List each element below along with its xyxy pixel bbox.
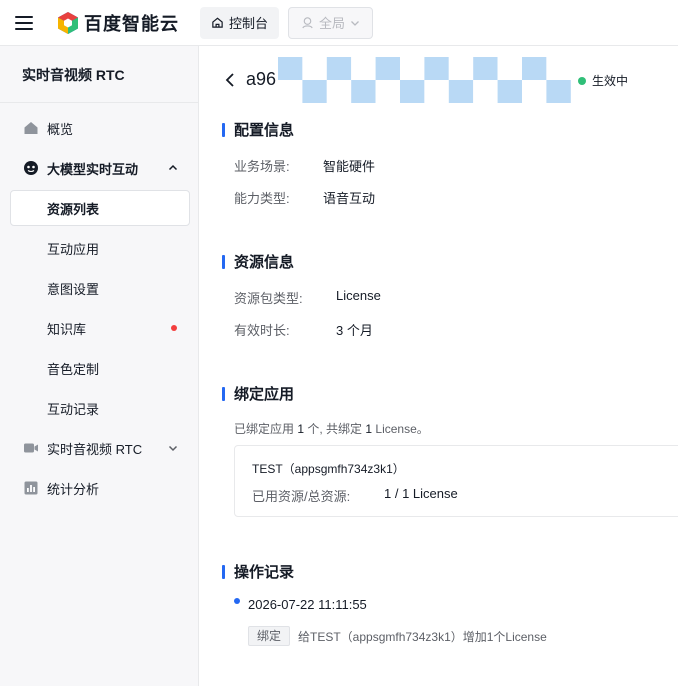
mask-cell [375, 80, 400, 103]
video-icon [24, 443, 38, 453]
mask-cell [448, 57, 474, 80]
mask-cell [546, 57, 571, 80]
sidebar-item-voice-customization[interactable]: 音色定制 [10, 350, 190, 386]
duration-value: 3 个月 [336, 323, 373, 338]
mask-cell [278, 57, 303, 80]
sidebar-item-intent-settings[interactable]: 意图设置 [10, 270, 190, 306]
back-arrow-icon[interactable] [224, 72, 236, 88]
mask-cell [473, 80, 498, 103]
timeline-dot [234, 598, 240, 604]
sidebar-item-label: 互动应用 [47, 241, 100, 257]
mask-cell [375, 57, 400, 80]
sidebar-item-label: 实时音视频 RTC [47, 441, 143, 457]
scenario-value: 智能硬件 [323, 159, 376, 174]
used-resource-label: 已用资源/总资源: [252, 489, 351, 504]
sidebar-item-label: 统计分析 [47, 481, 100, 497]
mask-cell [351, 57, 376, 80]
chevron-down-icon [168, 445, 178, 452]
resource-section-title: 资源信息 [222, 251, 294, 272]
sidebar-item-knowledge-base[interactable]: 知识库 [10, 310, 190, 346]
bound-app-name: TEST（appsgmfh734z3k1） [252, 462, 405, 476]
sidebar-item-label: 音色定制 [47, 361, 100, 377]
oplog-section-title: 操作记录 [222, 561, 294, 582]
status-dot [578, 76, 586, 85]
mask-cell [400, 80, 425, 103]
package-type-value: License [336, 288, 381, 303]
oplog-time: 2026-07-22 11:11:55 [248, 597, 367, 612]
product-title: 实时音视频 RTC [22, 67, 125, 83]
sidebar-item-statistics[interactable]: 统计分析 [10, 470, 190, 506]
duration-label: 有效时长: [234, 323, 290, 338]
mask-cell [497, 57, 522, 80]
sidebar-item-resource-list[interactable]: 资源列表 [10, 190, 190, 226]
main-content: a96 生效中 配置信息 业务场景: 智能硬件 能力类型: 语音互动 资源信息 … [200, 47, 678, 686]
mask-cell [424, 80, 449, 103]
chevron-down-icon [351, 20, 359, 26]
scenario-label: 业务场景: [234, 159, 290, 174]
binding-summary-prefix: 已绑定应用 [234, 422, 298, 436]
sidebar-divider [0, 102, 199, 103]
mask-cell [326, 80, 352, 103]
redaction-mask [278, 57, 571, 103]
used-resource-value: 1 / 1 License [384, 486, 458, 501]
binding-summary-suffix: License。 [372, 422, 429, 436]
mask-cell [278, 80, 303, 103]
sidebar-item-label: 概览 [47, 121, 74, 137]
sidebar-item-label: 意图设置 [47, 281, 100, 297]
mask-cell [522, 57, 547, 80]
mask-cell [351, 80, 376, 103]
region-label: 全局 [319, 16, 346, 31]
sidebar-item-overview[interactable]: 概览 [10, 110, 190, 146]
brand-name: 百度智能云 [84, 13, 179, 34]
sidebar-item-llm-interaction[interactable]: 大模型实时互动 [10, 150, 190, 186]
capability-label: 能力类型: [234, 191, 290, 206]
binding-summary: 已绑定应用 1 个, 共绑定 1 License。 [234, 420, 429, 437]
config-section-title: 配置信息 [222, 119, 294, 140]
binding-section-title: 绑定应用 [222, 383, 294, 404]
home-icon [212, 17, 223, 28]
sidebar-item-label: 资源列表 [47, 201, 100, 217]
resource-id: a96 [246, 69, 277, 89]
console-label: 控制台 [229, 16, 269, 31]
location-icon [302, 17, 313, 29]
sidebar-item-label: 互动记录 [47, 401, 100, 417]
sidebar-item-label: 知识库 [47, 321, 87, 337]
new-badge-dot [171, 325, 177, 331]
sidebar-item-rtc[interactable]: 实时音视频 RTC [10, 430, 190, 466]
mask-cell [546, 80, 571, 103]
mask-cell [302, 80, 327, 103]
cloud-logo-icon [58, 11, 78, 34]
status-badge: 生效中 [578, 72, 628, 89]
sidebar: 实时音视频 RTC 概览 大模型实时互动 资源列表 互动应用 意图设置 知识库 … [0, 46, 199, 686]
oplog-action-tag: 绑定 [248, 626, 291, 646]
bar-chart-icon [24, 481, 38, 495]
brand-logo[interactable]: 百度智能云 [57, 10, 179, 36]
sidebar-item-label: 大模型实时互动 [47, 161, 139, 177]
mask-cell [326, 57, 352, 80]
chevron-up-icon [168, 164, 178, 171]
package-type-label: 资源包类型: [234, 291, 303, 306]
status-text: 生效中 [592, 74, 629, 88]
home-icon [24, 122, 38, 134]
oplog-description: 给TEST（appsgmfh734z3k1）增加1个License [298, 630, 547, 644]
sidebar-item-interaction-records[interactable]: 互动记录 [10, 390, 190, 426]
top-bar: 百度智能云 控制台 全局 [0, 0, 678, 46]
mask-cell [522, 80, 547, 103]
capability-value: 语音互动 [323, 191, 376, 206]
sidebar-item-interactive-apps[interactable]: 互动应用 [10, 230, 190, 266]
mask-cell [424, 57, 449, 80]
mask-cell [400, 57, 425, 80]
console-button[interactable]: 控制台 [200, 6, 280, 39]
menu-icon[interactable] [15, 15, 33, 30]
mask-cell [448, 80, 474, 103]
mask-cell [473, 57, 498, 80]
bound-app-card: TEST（appsgmfh734z3k1） 已用资源/总资源: 1 / 1 Li… [234, 445, 678, 517]
binding-summary-middle: 个, 共绑定 [304, 422, 366, 436]
mask-cell [497, 80, 522, 103]
mask-cell [302, 57, 327, 80]
robot-icon [24, 161, 38, 175]
region-select[interactable]: 全局 [288, 6, 374, 39]
